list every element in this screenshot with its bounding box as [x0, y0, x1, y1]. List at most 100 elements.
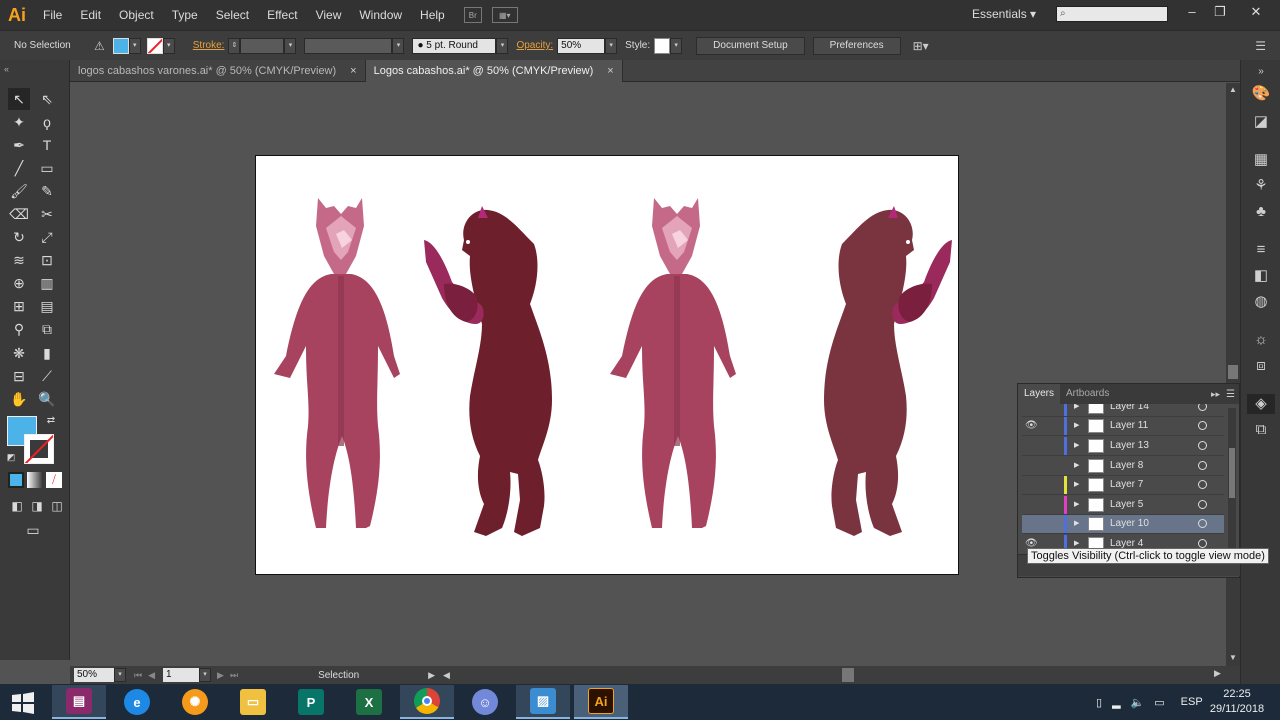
variable-width-profile[interactable]	[304, 37, 393, 54]
eye-icon[interactable]: 👁	[1025, 538, 1039, 548]
help-search-input[interactable]: ⌕	[1056, 6, 1168, 22]
taskbar-photos[interactable]: ▨	[516, 685, 570, 719]
draw-behind-icon[interactable]: ◨	[26, 495, 48, 517]
target-icon[interactable]	[1198, 539, 1207, 548]
panel-menu-icon[interactable]: ☰	[1226, 389, 1235, 400]
pencil-tool-icon[interactable]: ✎	[36, 180, 58, 202]
opacity-field[interactable]: 50%	[557, 37, 606, 54]
layer-row[interactable]: ▶ Layer 7	[1022, 476, 1224, 495]
artboard[interactable]	[255, 155, 959, 575]
gradient-tool-icon[interactable]: ▤	[36, 295, 58, 317]
expand-arrow-icon[interactable]: ▶	[1074, 421, 1079, 429]
arrange-documents-button[interactable]: ▦▾	[491, 7, 518, 23]
taskbar-illustrator[interactable]: Ai	[574, 685, 628, 719]
stroke-weight-field[interactable]	[240, 37, 285, 54]
hand-tool-icon[interactable]: ✋	[8, 388, 30, 410]
brush-definition[interactable]: ● 5 pt. Round	[412, 37, 497, 54]
fill-dropdown[interactable]: ▾	[128, 37, 141, 54]
color-mode-icon[interactable]	[8, 472, 24, 488]
minimize-button[interactable]: –	[1180, 4, 1204, 22]
target-icon[interactable]	[1198, 519, 1207, 528]
brush-dropdown[interactable]: ▾	[496, 37, 509, 54]
layer-name[interactable]: Layer 14	[1110, 404, 1149, 412]
layer-name[interactable]: Layer 8	[1110, 460, 1143, 471]
layer-row[interactable]: 👁 ▶ Layer 4	[1022, 535, 1224, 548]
draw-inside-icon[interactable]: ◫	[46, 495, 68, 517]
panel-menu-icon[interactable]: ☰	[1255, 39, 1266, 53]
ime-icon[interactable]: ▭	[1154, 696, 1164, 709]
type-tool-icon[interactable]: T	[36, 134, 58, 156]
symbols-panel-icon[interactable]: ♣	[1251, 202, 1271, 222]
scroll-thumb[interactable]	[1228, 365, 1238, 379]
transparency-panel-icon[interactable]: ◍	[1251, 292, 1271, 312]
status-menu-icon[interactable]: ▶	[428, 670, 435, 681]
maximize-button[interactable]: ❐	[1208, 4, 1232, 22]
stroke-dropdown[interactable]: ▾	[162, 37, 175, 54]
width-tool-icon[interactable]: ≋	[8, 249, 30, 271]
column-graph-tool-icon[interactable]: ▮	[36, 342, 58, 364]
layer-row[interactable]: ▶ Layer 13	[1022, 437, 1224, 456]
expand-arrow-icon[interactable]: ▶	[1074, 519, 1079, 527]
selection-tool-icon[interactable]: ↖	[8, 88, 30, 110]
layer-name[interactable]: Layer 5	[1110, 499, 1143, 510]
last-artboard-icon[interactable]: ⏭	[230, 670, 238, 681]
scroll-up-icon[interactable]: ▲	[1229, 85, 1237, 94]
eraser-tool-icon[interactable]: ⌫	[8, 203, 30, 225]
blend-tool-icon[interactable]: ⧉	[36, 318, 58, 340]
taskbar-internet-explorer[interactable]: e	[110, 685, 164, 719]
target-icon[interactable]	[1198, 441, 1207, 450]
layers-panel-icon[interactable]: ◈	[1247, 394, 1275, 414]
graphic-styles-icon[interactable]: ⧈	[1251, 356, 1271, 376]
taskbar-settings-app[interactable]: ✺	[168, 685, 222, 719]
layer-name[interactable]: Layer 10	[1110, 518, 1149, 529]
taskbar-winrar[interactable]: ▤	[52, 685, 106, 719]
scroll-right-icon[interactable]: ▶	[1214, 668, 1221, 679]
opacity-label[interactable]: Opacity:	[516, 40, 553, 51]
lasso-tool-icon[interactable]: ϙ	[36, 111, 58, 133]
stroke-weight-dropdown[interactable]: ▾	[284, 37, 297, 54]
scroll-thumb[interactable]	[1229, 448, 1235, 498]
mesh-tool-icon[interactable]: ⊞	[8, 295, 30, 317]
symbol-sprayer-tool-icon[interactable]: ❋	[8, 342, 30, 364]
opacity-dropdown[interactable]: ▾	[605, 37, 618, 54]
taskbar-file-explorer[interactable]: ▭	[226, 685, 280, 719]
zoom-dropdown[interactable]: ▾	[114, 668, 126, 682]
paintbrush-tool-icon[interactable]: 🖌	[8, 180, 30, 202]
style-dropdown[interactable]: ▾	[670, 37, 683, 54]
close-window-button[interactable]: ✕	[1244, 4, 1268, 22]
stroke-label[interactable]: Stroke:	[193, 40, 225, 51]
artboard-tool-icon[interactable]: ⊟	[8, 365, 30, 387]
stroke-panel-icon[interactable]: ≡	[1251, 240, 1271, 260]
swatches-panel-icon[interactable]: ▦	[1251, 150, 1271, 170]
color-guide-icon[interactable]: ◪	[1251, 112, 1271, 132]
swap-fill-stroke-icon[interactable]: ⇄	[44, 414, 58, 428]
layer-row[interactable]: 👁 ▶ Layer 11	[1022, 417, 1224, 436]
gradient-mode-icon[interactable]	[27, 472, 43, 488]
battery-icon[interactable]: ▯	[1096, 696, 1102, 709]
gradient-panel-icon[interactable]: ◧	[1251, 266, 1271, 286]
layer-row-selected[interactable]: ▶ Layer 10	[1022, 515, 1224, 534]
rotate-tool-icon[interactable]: ↻	[8, 226, 30, 248]
canvas-area[interactable]	[70, 83, 1226, 666]
stroke-weight-stepper[interactable]: ⇕	[228, 37, 241, 54]
pen-tool-icon[interactable]: ✒	[8, 134, 30, 156]
taskbar-discord[interactable]: ☺	[458, 685, 512, 719]
perspective-grid-tool-icon[interactable]: ▥	[36, 272, 58, 294]
brushes-panel-icon[interactable]: ⚘	[1251, 176, 1271, 196]
expand-arrow-icon[interactable]: ▶	[1074, 500, 1079, 508]
layer-name[interactable]: Layer 11	[1110, 420, 1148, 431]
expand-arrow-icon[interactable]: ▶	[1074, 461, 1079, 469]
target-icon[interactable]	[1198, 461, 1207, 470]
figure-front-pink-2[interactable]	[610, 198, 736, 528]
target-icon[interactable]	[1198, 500, 1207, 509]
menu-file[interactable]: File	[34, 0, 71, 30]
taskbar-excel[interactable]: X	[342, 685, 396, 719]
taskbar-publisher[interactable]: P	[284, 685, 338, 719]
close-icon[interactable]: ×	[350, 60, 356, 82]
vertical-scrollbar[interactable]: ▲ ▼	[1226, 83, 1240, 666]
free-transform-tool-icon[interactable]: ⊡	[36, 249, 58, 271]
magic-wand-tool-icon[interactable]: ✦	[8, 111, 30, 133]
layer-row[interactable]: ▶ Layer 5	[1022, 496, 1224, 515]
target-icon[interactable]	[1198, 421, 1207, 430]
layer-row[interactable]: ▶ Layer 14	[1022, 404, 1224, 417]
